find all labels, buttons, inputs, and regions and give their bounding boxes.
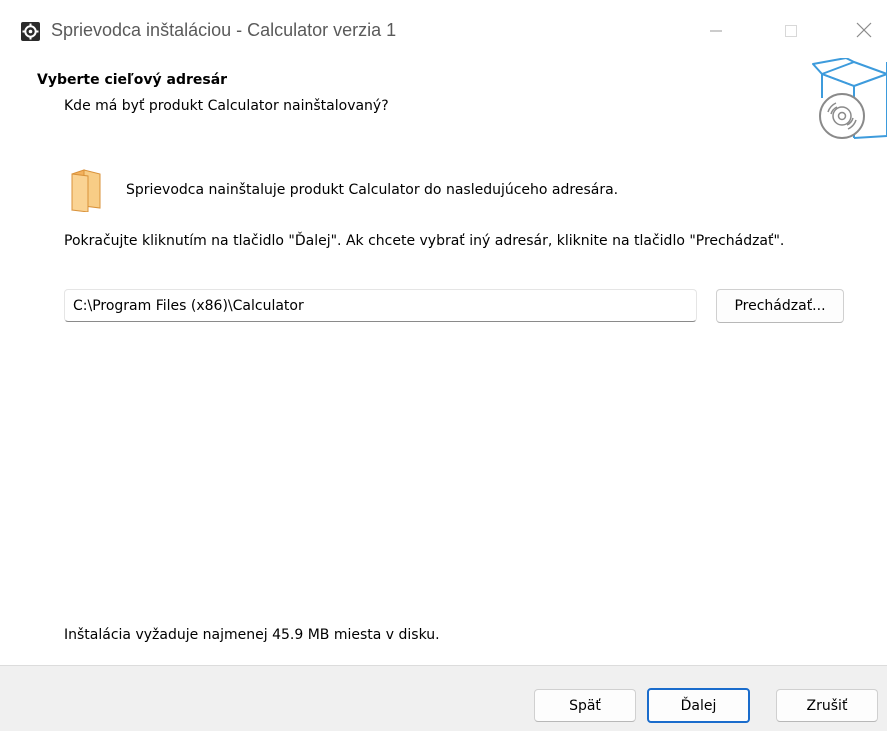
- intro-text: Sprievodca nainštaluje produkt Calculato…: [126, 182, 619, 198]
- browse-button[interactable]: Prechádzať...: [716, 289, 844, 323]
- instruction-text: Pokračujte kliknutím na tlačidlo "Ďalej"…: [64, 233, 785, 249]
- gear-icon: [21, 22, 40, 41]
- minimize-button[interactable]: [696, 14, 736, 50]
- folder-icon: [70, 168, 110, 213]
- minimize-icon: [709, 23, 723, 42]
- maximize-icon: [784, 23, 798, 42]
- window-title: Sprievodca inštaláciou - Calculator verz…: [51, 20, 397, 40]
- close-button[interactable]: [844, 14, 884, 50]
- page-subtitle: Kde má byť produkt Calculator nainštalov…: [64, 98, 389, 114]
- maximize-button[interactable]: [771, 14, 811, 50]
- button-bar: [0, 666, 887, 731]
- back-button[interactable]: Späť: [534, 689, 636, 722]
- cancel-button[interactable]: Zrušiť: [776, 689, 878, 722]
- title-bar[interactable]: Sprievodca inštaláciou - Calculator verz…: [0, 0, 887, 64]
- install-box-cd-icon: [812, 57, 887, 146]
- destination-path-input[interactable]: [64, 289, 697, 322]
- disk-space-requirement: Inštalácia vyžaduje najmenej 45.9 MB mie…: [64, 627, 440, 643]
- page-title: Vyberte cieľový adresár: [37, 72, 228, 88]
- close-icon: [856, 22, 872, 42]
- installer-window: Sprievodca inštaláciou - Calculator verz…: [0, 0, 887, 731]
- next-button[interactable]: Ďalej: [647, 688, 750, 723]
